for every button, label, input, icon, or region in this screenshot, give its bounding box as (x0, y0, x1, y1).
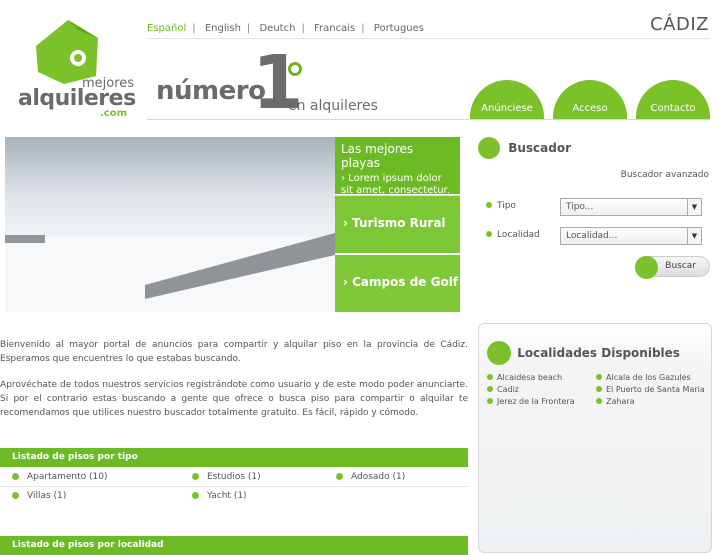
bullet-icon (487, 374, 493, 380)
localidad-link[interactable]: Alcaidesa beach (487, 373, 562, 382)
lang-fr[interactable]: Francais (314, 23, 355, 34)
hero-banner: Las mejores playas › Lorem ipsum dolor s… (5, 137, 460, 312)
bullet-icon (12, 492, 19, 499)
tipo-link[interactable]: Estudios (1) (192, 472, 261, 482)
bullet-icon (192, 492, 199, 499)
promo-golf-label: Campos de Golf (352, 275, 459, 289)
bullet-icon (486, 202, 492, 208)
tipo-link[interactable]: Adosado (1) (336, 472, 405, 482)
bullet-icon (596, 398, 602, 404)
tipo-select[interactable]: Tipo... ▼ (560, 198, 702, 216)
localidad-select-value: Localidad... (566, 231, 618, 241)
listado-tipo-header: Listado de pisos por tipo (0, 448, 468, 467)
intro-text: Bienvenido al mayor portal de anuncios p… (0, 338, 468, 432)
localidades-panel: Localidades Disponibles Alcaidesa beach … (478, 323, 712, 553)
localidad-link-text: Cadiz (497, 385, 519, 394)
localidad-label: Localidad (486, 230, 540, 240)
bullet-icon (596, 386, 602, 392)
advanced-search-link[interactable]: Buscador avanzado (621, 170, 709, 180)
bullet-icon (12, 473, 19, 480)
chevron-right-icon: › (343, 275, 353, 289)
localidad-select[interactable]: Localidad... ▼ (560, 227, 702, 245)
promo-golf[interactable]: › Campos de Golf (335, 255, 460, 312)
tipo-label: Tipo (486, 201, 516, 211)
lang-de[interactable]: Deutch (259, 23, 295, 34)
row-divider (0, 486, 468, 487)
localidad-link[interactable]: Jerez de la Frontera (487, 397, 575, 406)
localidad-link-text: Alcala de los Gazules (606, 373, 691, 382)
dropdown-arrow-icon: ▼ (687, 199, 701, 215)
dropdown-arrow-icon: ▼ (687, 228, 701, 244)
header-divider (147, 119, 710, 120)
listado-localidad-header: Listado de pisos por localidad (0, 536, 468, 555)
intro-paragraph-2: Aprovéchate de todos nuestros servicios … (0, 380, 468, 418)
bullet-icon (192, 473, 199, 480)
search-heading: Buscador (478, 137, 571, 159)
nav-anunciese[interactable]: Anúnciese (470, 80, 544, 120)
promo-playas-text: Lorem ipsum dolor sit amet, consectetur. (341, 173, 450, 196)
tipo-link-text: Adosado (1) (351, 472, 406, 482)
circle-icon (487, 341, 511, 365)
beach-fence-image (5, 137, 335, 312)
tipo-link-text: Estudios (1) (207, 472, 261, 482)
tipo-link[interactable]: Yacht (1) (192, 491, 247, 501)
promo-playas-title: Las mejores playas (341, 142, 414, 170)
intro-paragraph-1: Bienvenido al mayor portal de anuncios p… (0, 340, 468, 364)
slogan-dot-icon (288, 62, 302, 76)
localidad-link[interactable]: El Puerto de Santa Maria (596, 385, 705, 394)
nav-acceso[interactable]: Acceso (553, 80, 627, 120)
tipo-link[interactable]: Villas (1) (12, 491, 66, 501)
lang-pt[interactable]: Portugues (374, 23, 424, 34)
search-button-label: Buscar (665, 261, 696, 271)
localidad-link[interactable]: Cadiz (487, 385, 519, 394)
tipo-select-value: Tipo... (566, 202, 594, 212)
tipo-link-text: Villas (1) (27, 491, 67, 501)
localidad-label-text: Localidad (497, 230, 540, 240)
promo-turismo[interactable]: › Turismo Rural (335, 196, 460, 254)
logo-line3: .com (100, 108, 128, 119)
promo-turismo-label: Turismo Rural (352, 216, 446, 230)
circle-icon (478, 137, 500, 159)
tipo-link-text: Yacht (1) (207, 491, 247, 501)
bullet-icon (486, 231, 492, 237)
circle-icon (635, 256, 658, 279)
nav-contacto[interactable]: Contacto (636, 80, 710, 120)
tipo-link-text: Apartamento (10) (27, 472, 108, 482)
lang-en[interactable]: English (205, 23, 241, 34)
localidad-link[interactable]: Zahara (596, 397, 635, 406)
lang-es[interactable]: Español (147, 23, 186, 34)
promo-playas[interactable]: Las mejores playas › Lorem ipsum dolor s… (335, 137, 460, 196)
bullet-icon (336, 473, 343, 480)
slogan-rest: en alquileres (288, 98, 378, 114)
bullet-icon (596, 374, 602, 380)
localidad-link-text: Alcaidesa beach (497, 373, 563, 382)
chevron-right-icon: › (343, 216, 353, 230)
tipo-label-text: Tipo (497, 201, 516, 211)
search-button[interactable]: Buscar (635, 256, 710, 279)
city-title: CÁDIZ (650, 14, 709, 35)
divider (147, 38, 710, 39)
localidad-link[interactable]: Alcala de los Gazules (596, 373, 691, 382)
localidades-title: Localidades Disponibles (517, 346, 680, 360)
localidad-link-text: Jerez de la Frontera (497, 397, 575, 406)
localidad-link-text: El Puerto de Santa Maria (606, 385, 705, 394)
localidad-link-text: Zahara (606, 397, 635, 406)
site-logo[interactable]: mejores alquileres .com (18, 18, 138, 119)
bullet-icon (487, 386, 493, 392)
bullet-icon (487, 398, 493, 404)
tipo-link[interactable]: Apartamento (10) (12, 472, 108, 482)
localidades-heading: Localidades Disponibles (487, 341, 680, 365)
slogan-word: número (156, 76, 266, 106)
search-title: Buscador (508, 141, 571, 155)
language-menu: Español | English | Deutch | Francais | Port… (147, 23, 424, 34)
